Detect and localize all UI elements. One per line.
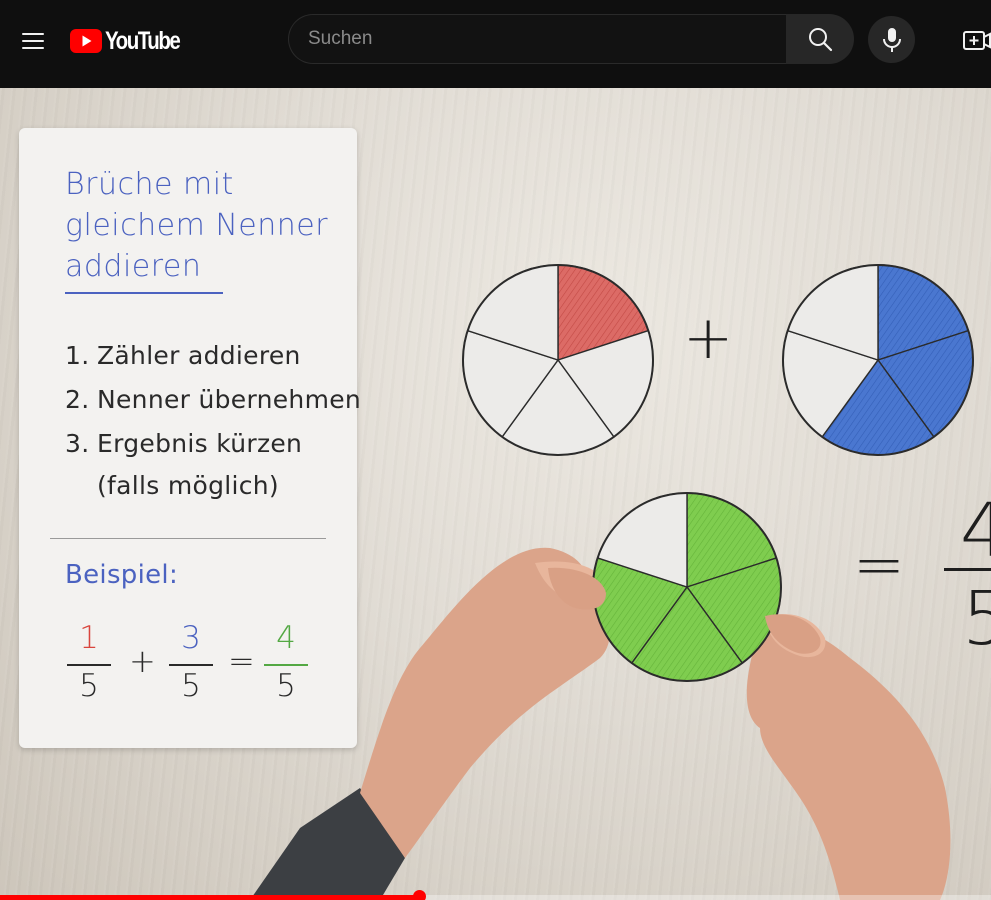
create-button[interactable] [955, 26, 991, 56]
search-button[interactable] [786, 14, 854, 64]
fraction-b-numerator: 3 [181, 620, 201, 656]
explanation-card: Brüche mit gleichem Nenner addieren 1. Z… [19, 128, 361, 748]
right-hand [746, 614, 951, 900]
step-number: 1. [65, 341, 90, 370]
scene-result-numerator: 4 [960, 488, 991, 574]
title-line: Brüche mit [65, 167, 234, 202]
scene-plus-sign: + [683, 303, 734, 373]
pie-four-fifths [592, 492, 782, 682]
voice-search-button[interactable] [868, 16, 915, 63]
fraction-a-numerator: 1 [79, 620, 99, 656]
step-text: Zähler addieren [97, 341, 301, 370]
card-title: Brüche mit gleichem Nenner addieren [65, 164, 345, 287]
fraction-bar [169, 664, 213, 666]
video-progress-bar[interactable] [0, 890, 991, 900]
menu-icon[interactable] [14, 24, 52, 58]
step-text: Nenner übernehmen [97, 385, 362, 414]
step-item: 1. Zähler addieren [65, 334, 361, 378]
pie-one-fifth [462, 264, 654, 456]
scrubber-handle[interactable] [413, 890, 427, 900]
step-subtext: (falls möglich) [97, 471, 279, 500]
search-icon [809, 28, 833, 52]
title-line: gleichem Nenner [65, 208, 329, 243]
progress-fill [0, 895, 420, 900]
video-player[interactable]: + = 4 5 Brüche mit gleichem Nenner addie… [0, 88, 991, 900]
step-item: 2. Nenner übernehmen [65, 378, 361, 422]
top-bar: YouTube [0, 0, 991, 88]
fraction-result-denominator: 5 [276, 668, 296, 704]
example-label: Beispiel: [65, 560, 179, 590]
steps-list: 1. Zähler addieren 2. Nenner übernehmen … [65, 334, 361, 506]
logo-text: YouTube [105, 26, 181, 55]
step-number: 3. [65, 429, 90, 458]
fraction-a-denominator: 5 [79, 668, 99, 704]
fraction-bar [264, 664, 308, 666]
search-input[interactable] [289, 15, 786, 63]
youtube-play-icon [70, 29, 102, 53]
youtube-logo[interactable]: YouTube [70, 27, 196, 55]
example-equals: = [228, 642, 255, 680]
search-box [288, 14, 786, 64]
title-underline [65, 292, 223, 294]
fraction-bar [67, 664, 111, 666]
example-equation: 1 5 + 3 5 = 4 5 [65, 620, 335, 720]
example-plus: + [129, 642, 156, 680]
scene-result-denominator: 5 [962, 576, 991, 662]
pie-three-fifths [782, 264, 974, 456]
step-number: 2. [65, 385, 90, 414]
step-text: Ergebnis kürzen [97, 429, 303, 458]
microphone-icon [882, 27, 901, 52]
fraction-b-denominator: 5 [181, 668, 201, 704]
step-item: 3. Ergebnis kürzen (falls möglich) [65, 422, 361, 506]
youtube-watch-page: YouTube Suchen + = 4 5 Brüche mit gleich… [0, 0, 991, 900]
fraction-result-numerator: 4 [276, 620, 296, 656]
title-line: addieren [65, 249, 202, 284]
create-video-icon [963, 31, 991, 50]
scene-fraction-bar [944, 568, 991, 571]
card-divider [50, 538, 326, 539]
scene-equals-sign: = [853, 528, 905, 601]
